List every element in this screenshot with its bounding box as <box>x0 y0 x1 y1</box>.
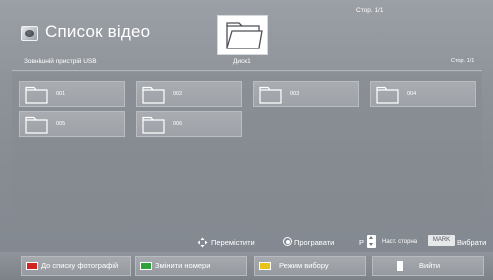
change-numbers-label: Змінити номери <box>155 261 211 270</box>
folder-icon <box>259 86 282 104</box>
folder-tile-001[interactable]: 001 <box>19 81 125 107</box>
green-key-icon <box>140 262 152 270</box>
exit-icon <box>397 261 403 271</box>
folder-label: 006 <box>173 121 183 127</box>
yellow-key-icon <box>259 262 271 270</box>
red-key-icon <box>26 262 38 270</box>
select-mode-label: Режим вибору <box>279 261 329 270</box>
mark-key-badge: MARK <box>428 235 455 246</box>
exit-button[interactable]: Вийти <box>372 256 484 276</box>
folder-label: 005 <box>56 121 66 127</box>
to-photo-list-label: До списку фотографій <box>41 261 119 270</box>
hint-next-page: Наст. сторна <box>382 239 418 245</box>
page-title: Список відео <box>45 22 151 41</box>
color-button-bar: До списку фотографій Змінити номери Режи… <box>0 252 493 280</box>
folder-preview-icon <box>226 22 263 49</box>
folder-icon <box>25 86 48 104</box>
hint-play: Програвати <box>294 238 335 247</box>
folder-tile-005[interactable]: 005 <box>19 111 125 137</box>
video-list-screen: Список відео Стор. 1/1 Зовнішній пристрі… <box>0 0 493 280</box>
folder-label: 004 <box>407 91 417 97</box>
page-indicator-right: Стор. 1/1 <box>451 58 475 64</box>
folder-tile-006[interactable]: 006 <box>136 111 242 137</box>
hint-bar: Перемістити Програвати P Наст. сторна MA… <box>0 231 493 251</box>
folder-label: 001 <box>56 91 66 97</box>
folder-icon <box>25 116 48 134</box>
hint-select: Вибрати <box>457 238 487 247</box>
folder-icon <box>376 86 399 104</box>
folder-label: 003 <box>290 91 300 97</box>
header-divider <box>12 70 482 71</box>
exit-label: Вийти <box>419 261 441 270</box>
folder-tile-002[interactable]: 002 <box>136 81 242 107</box>
select-mode-button[interactable]: Режим вибору <box>254 256 366 276</box>
page-indicator-top: Стор. 1/1 <box>356 7 384 14</box>
header: Список відео Стор. 1/1 Зовнішній пристрі… <box>0 0 493 72</box>
page-up-down-icon <box>367 235 376 248</box>
folder-label: 002 <box>173 91 183 97</box>
hint-p-label: P <box>359 238 365 247</box>
usb-device-label: Зовнішній пристрій USB <box>24 58 97 65</box>
hint-move: Перемістити <box>211 238 255 247</box>
ok-button-icon <box>283 237 292 246</box>
folder-tile-003[interactable]: 003 <box>253 81 359 107</box>
folder-icon <box>142 116 165 134</box>
folder-grid: 001 002 003 004 005 006 <box>12 72 482 224</box>
folder-icon <box>142 86 165 104</box>
folder-tile-004[interactable]: 004 <box>370 81 476 107</box>
folder-preview-thumbnail <box>217 15 268 55</box>
change-numbers-button[interactable]: Змінити номери <box>135 256 247 276</box>
video-list-icon <box>21 26 38 41</box>
to-photo-list-button[interactable]: До списку фотографій <box>21 256 131 276</box>
disk-label: Диск1 <box>233 58 251 65</box>
move-arrows-icon <box>197 237 208 248</box>
